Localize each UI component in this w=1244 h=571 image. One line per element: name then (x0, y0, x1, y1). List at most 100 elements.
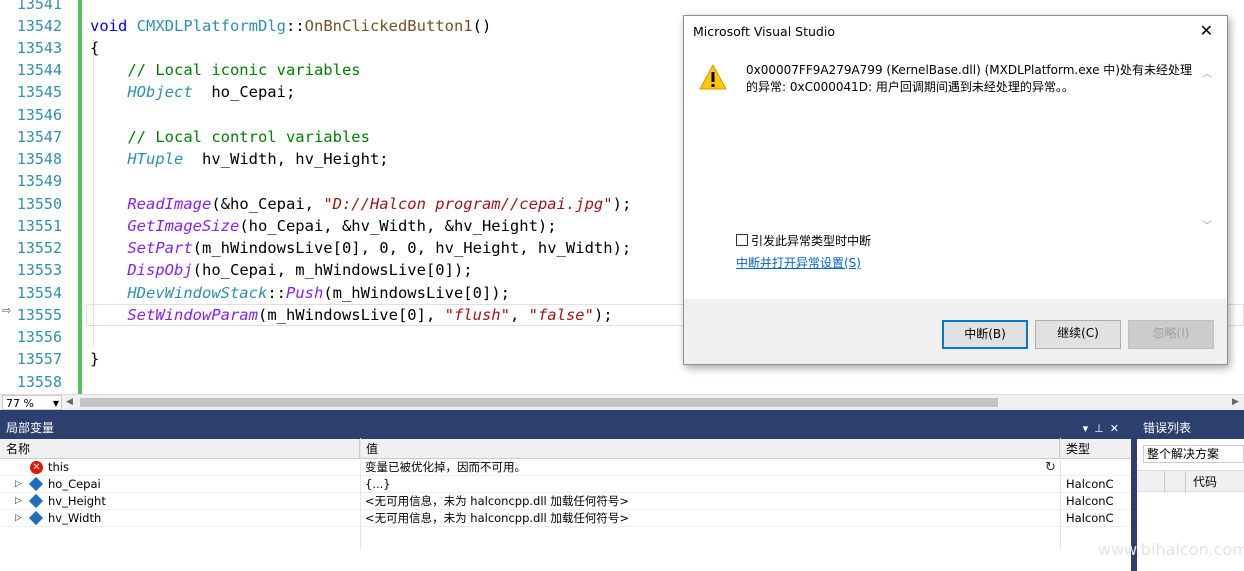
variable-type (1066, 459, 1126, 476)
variable-name: hv_Height (48, 494, 106, 508)
exception-message: 0x00007FF9A279A799 (KernelBase.dll) (MXD… (746, 63, 1192, 94)
change-tracking-bar (78, 0, 82, 394)
line-number: 13547 (16, 128, 62, 146)
expand-arrow-icon[interactable]: ▷ (15, 493, 22, 510)
column-divider (1185, 471, 1186, 493)
exception-dialog: Microsoft Visual Studio ✕ 0x00007FF9A279… (683, 15, 1228, 365)
scroll-right-icon[interactable]: ▶ (1232, 397, 1239, 407)
variable-type: HalconC (1066, 511, 1114, 525)
line-number: 13557 (16, 350, 62, 368)
code-line[interactable]: // Local iconic variables (90, 59, 360, 81)
code-text: (&ho_Cepai, (211, 195, 324, 213)
column-header-value[interactable]: 值 (360, 439, 1060, 459)
ignore-button[interactable]: 忽略(I) (1128, 320, 1214, 349)
code-text: :: (285, 17, 305, 35)
expand-arrow-icon[interactable]: ▷ (15, 476, 22, 493)
code-line[interactable]: HTuple hv_Width, hv_Height; (90, 148, 388, 170)
line-number: 13553 (16, 261, 62, 279)
warning-icon (699, 63, 727, 95)
error-list-header: 错误列表 (1137, 418, 1244, 439)
error-scope-dropdown[interactable]: 整个解决方案 (1143, 445, 1244, 463)
locals-row[interactable]: ✕ this 变量已被优化掉，因而不可用。 ↻ (0, 459, 1131, 476)
code-line[interactable]: SetWindowParam(m_hWindowsLive[0], "flush… (90, 304, 612, 326)
code-text: :: (267, 284, 286, 302)
code-text: () (472, 17, 492, 35)
locals-panel: 局部变量 ▾⊥✕ 名称 值 类型 ✕ this 变量已被优化掉，因而不可用。 ↻… (0, 418, 1131, 571)
code-function: SetPart (127, 239, 193, 257)
code-line[interactable]: { (90, 37, 99, 59)
line-number: 13545 (16, 83, 62, 101)
line-number: 13554 (16, 284, 62, 302)
break-on-exception-checkbox[interactable] (736, 234, 748, 246)
code-line[interactable]: HObject ho_Cepai; (90, 81, 295, 103)
locals-column-header: 名称 值 类型 (0, 439, 1131, 459)
scroll-down-icon[interactable]: ﹀ (1202, 217, 1212, 232)
column-header-code[interactable]: 代码 (1193, 471, 1217, 493)
variable-name: this (48, 460, 69, 474)
refresh-icon[interactable]: ↻ (1045, 459, 1061, 476)
line-number: 13542 (16, 17, 62, 35)
checkbox-label[interactable]: 引发此异常类型时中断 (751, 232, 871, 249)
code-line[interactable]: ReadImage(&ho_Cepai, "D://Halcon program… (90, 193, 631, 215)
code-line[interactable]: DispObj(ho_Cepai, m_hWindowsLive[0]); (90, 259, 473, 281)
scroll-up-icon[interactable]: ︿ (1202, 65, 1212, 80)
line-number-gutter: 13541 13542 13543 13544 13545 13546 1354… (0, 0, 68, 394)
horizontal-scrollbar[interactable] (80, 398, 998, 407)
dropdown-icon[interactable]: ▾ (1083, 422, 1095, 435)
column-divider (1060, 438, 1061, 550)
editor-status-bar: 77 % ▼ ◀ ▶ (0, 394, 1244, 410)
close-icon[interactable]: ✕ (1110, 422, 1125, 435)
scroll-left-icon[interactable]: ◀ (66, 397, 73, 407)
locals-row[interactable]: ▷ ho_Cepai {...} HalconC (0, 476, 1131, 493)
dialog-title: Microsoft Visual Studio (693, 24, 835, 39)
code-string: "flush" (444, 306, 510, 324)
locals-row[interactable]: ▷ hv_Height <无可用信息，未为 halconcpp.dll 加载任何… (0, 493, 1131, 510)
code-line[interactable]: // Local control variables (90, 126, 370, 148)
pin-icon[interactable]: ⊥ (1094, 422, 1110, 435)
code-line[interactable]: void CMXDLPlatformDlg::OnBnClickedButton… (90, 15, 491, 37)
line-number: 13546 (16, 106, 62, 124)
continue-button[interactable]: 继续(C) (1035, 320, 1121, 349)
locals-panel-header: 局部变量 ▾⊥✕ (0, 418, 1131, 439)
panel-controls: ▾⊥✕ (1083, 418, 1125, 439)
zoom-dropdown[interactable]: 77 % ▼ (2, 395, 62, 410)
code-function: SetWindowParam (127, 306, 258, 324)
variable-value: <无可用信息，未为 halconcpp.dll 加载任何符号> (365, 494, 630, 508)
close-icon[interactable]: ✕ (1200, 21, 1213, 40)
column-header-name[interactable]: 名称 (0, 439, 360, 459)
code-function: OnBnClickedButton1 (304, 17, 473, 35)
chevron-down-icon: ▼ (52, 399, 59, 408)
code-keyword: void (90, 17, 128, 35)
line-number: 13552 (16, 239, 62, 257)
break-button[interactable]: 中断(B) (942, 320, 1028, 349)
code-class: CMXDLPlatformDlg (136, 17, 286, 35)
variable-type: HalconC (1066, 477, 1114, 491)
panel-title: 错误列表 (1143, 421, 1192, 435)
dialog-titlebar[interactable]: Microsoft Visual Studio ✕ (684, 16, 1227, 48)
code-text: (ho_Cepai, m_hWindowsLive[0]); (192, 261, 473, 279)
exception-settings-link[interactable]: 中断并打开异常设置(S) (736, 254, 861, 271)
current-statement-marker-icon: ⇨ (2, 304, 12, 317)
code-function: ReadImage (127, 195, 212, 213)
line-number: 13543 (16, 39, 62, 57)
code-line[interactable]: HDevWindowStack::Push(m_hWindowsLive[0])… (90, 282, 510, 304)
expand-arrow-icon[interactable]: ▷ (15, 510, 22, 527)
code-line[interactable]: SetPart(m_hWindowsLive[0], 0, 0, hv_Heig… (90, 237, 631, 259)
watermark: www.bihalcon.com (1098, 540, 1244, 559)
column-header-type[interactable]: 类型 (1060, 439, 1131, 459)
code-line[interactable]: GetImageSize(ho_Cepai, &hv_Width, &hv_He… (90, 215, 556, 237)
code-text: , (509, 306, 529, 324)
locals-row[interactable]: ▷ hv_Width <无可用信息，未为 halconcpp.dll 加载任何符… (0, 510, 1131, 527)
error-list-column-header: 代码 (1137, 470, 1244, 493)
variable-name: hv_Width (48, 511, 102, 525)
error-icon: ✕ (30, 461, 43, 474)
line-number: 13548 (16, 150, 62, 168)
panel-title: 局部变量 (6, 421, 55, 435)
code-string: "false" (528, 306, 594, 324)
code-type: HTuple (127, 150, 184, 168)
variable-icon (28, 493, 44, 509)
code-line[interactable]: } (90, 348, 99, 370)
code-text: } (90, 350, 100, 368)
code-function: Push (285, 284, 324, 302)
line-number: 13550 (16, 195, 62, 213)
